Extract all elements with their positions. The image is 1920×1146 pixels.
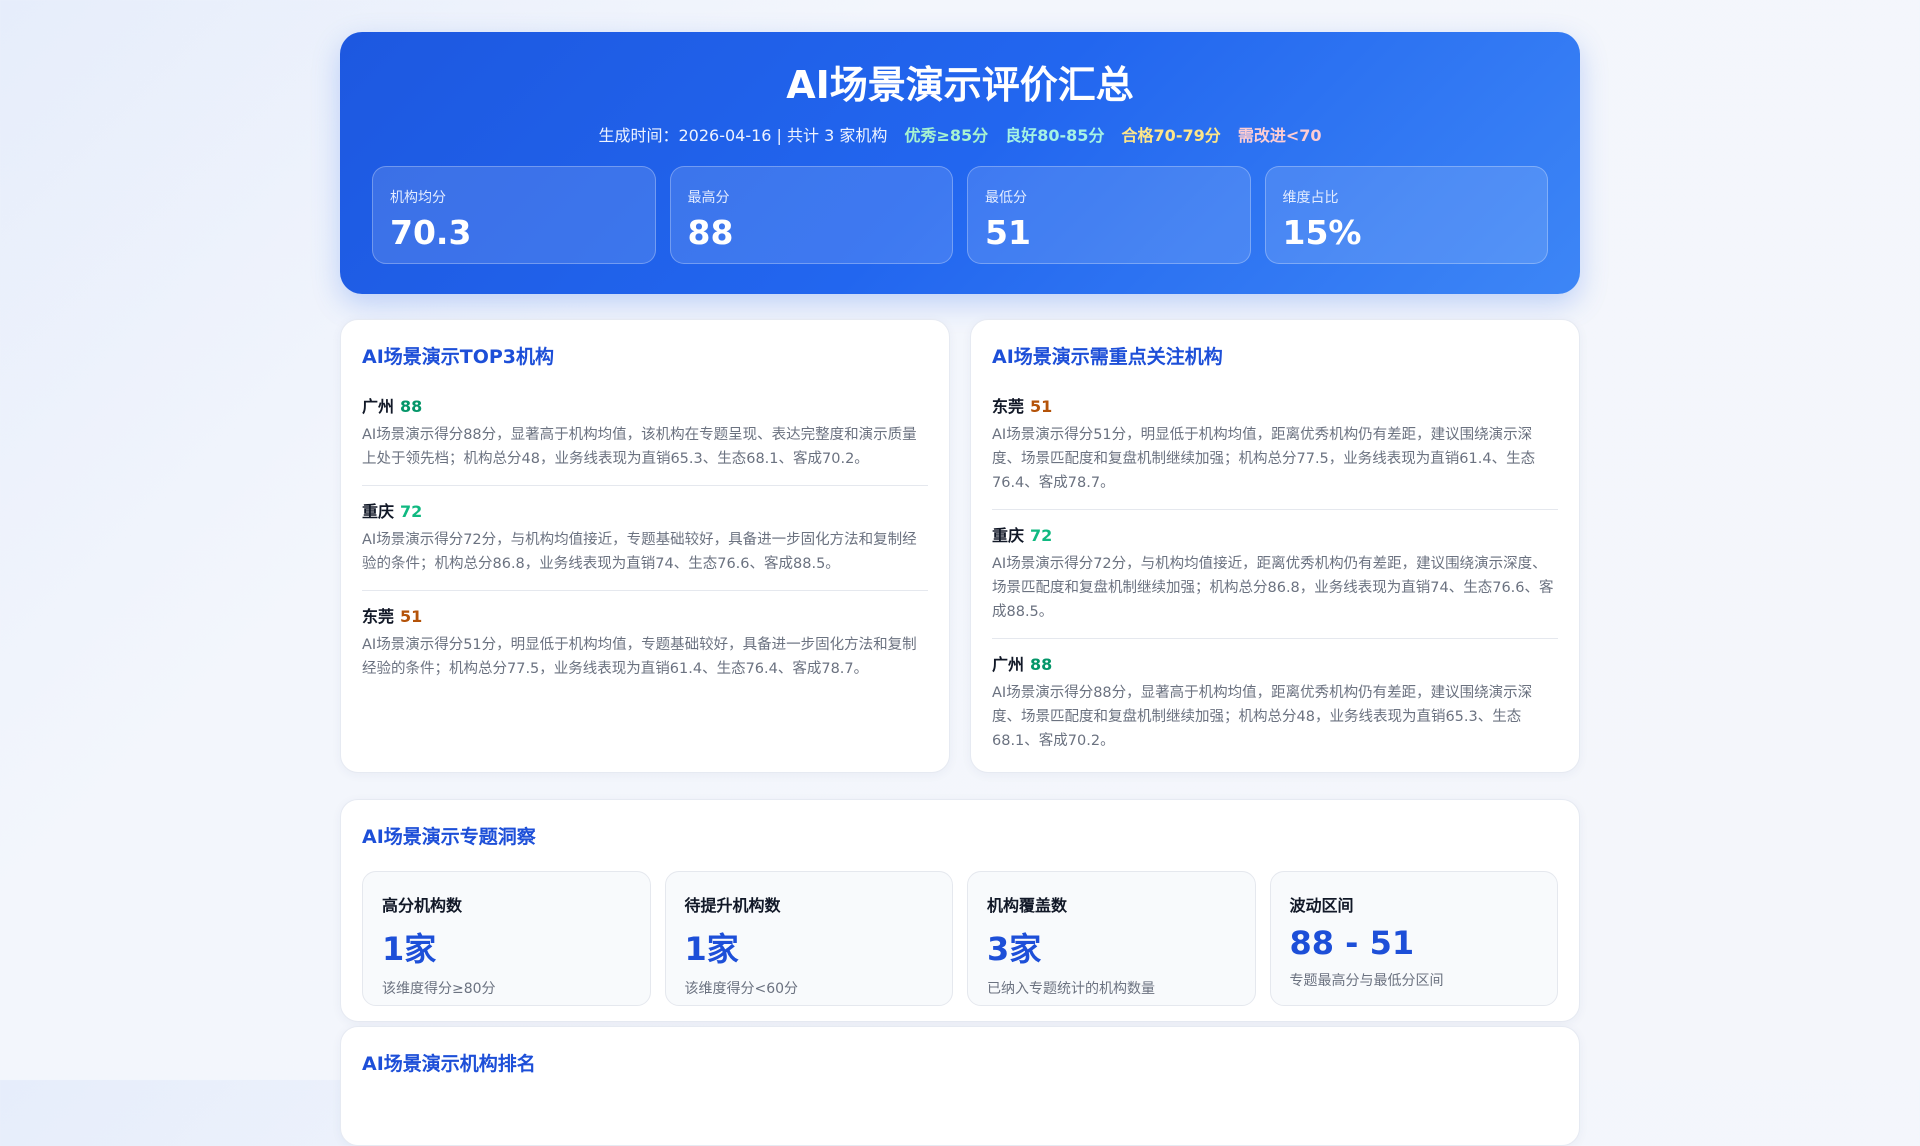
insight-card: 高分机构数 1家该维度得分≥80分	[362, 871, 651, 1006]
panel-title: AI场景演示机构排名	[362, 1053, 536, 1075]
institution-score: 72	[400, 502, 423, 521]
institution-item: 东莞 51 AI场景演示得分51分，明显低于机构均值，距离优秀机构仍有差距，建议围绕…	[992, 393, 1558, 510]
stat-value: 70.3	[390, 213, 472, 252]
institution-item: 广州 88 AI场景演示得分88分，显著高于机构均值，距离优秀机构仍有差距，建议围绕…	[992, 639, 1558, 767]
stat-card: 维度占比 15%	[1264, 166, 1548, 264]
stat-value: 88	[687, 213, 734, 252]
institution-name: 重庆	[992, 526, 1025, 545]
stat-card: 机构均分 70.3	[372, 166, 656, 264]
insight-value: 1家	[382, 930, 437, 968]
institution-name: 广州	[362, 397, 395, 416]
institution-name: 东莞	[992, 397, 1025, 416]
insight-desc: 该维度得分≥80分	[382, 981, 496, 997]
legend-excellent: 优秀≥85分	[904, 126, 989, 145]
stat-value: 15%	[1282, 213, 1362, 252]
institution-score: 88	[1030, 655, 1053, 674]
institution-desc: AI场景演示得分72分，与机构均值接近，专题基础较好，具备进一步固化方法和复制经…	[362, 532, 917, 572]
stat-label: 最高分	[687, 190, 730, 206]
institution-name: 广州	[992, 655, 1025, 674]
insight-desc: 该维度得分<60分	[684, 981, 799, 997]
stat-card: 最低分 51	[967, 166, 1251, 264]
institution-score: 51	[1030, 397, 1053, 416]
report: AI场景演示评价汇总 生成时间：2026-04-16 | 共计 3 家机构 优秀…	[340, 32, 1580, 1146]
institution-item: 重庆 72 AI场景演示得分72分，与机构均值接近，距离优秀机构仍有差距，建议围绕演…	[992, 510, 1558, 639]
insight-value: 88 - 51	[1289, 924, 1415, 962]
stat-card: 最高分 88	[669, 166, 953, 264]
institution-item: 重庆 72 AI场景演示得分72分，与机构均值接近，专题基础较好，具备进一步固化方法…	[362, 486, 928, 591]
legend-pass: 合格70-79分	[1121, 126, 1221, 145]
insight-value: 1家	[684, 930, 739, 968]
panel-title: AI场景演示需重点关注机构	[992, 346, 1223, 368]
institution-score: 72	[1030, 526, 1053, 545]
institution-name: 东莞	[362, 607, 395, 626]
insight-label: 波动区间	[1289, 896, 1354, 915]
institution-desc: AI场景演示得分88分，显著高于机构均值，距离优秀机构仍有差距，建议围绕演示深度…	[992, 685, 1533, 749]
stat-label: 机构均分	[390, 190, 446, 206]
meta-text: 生成时间：2026-04-16 | 共计 3 家机构	[598, 126, 888, 145]
ranking-panel: AI场景演示机构排名	[340, 1026, 1580, 1146]
institution-name: 重庆	[362, 502, 395, 521]
insight-label: 机构覆盖数	[987, 896, 1068, 915]
institution-desc: AI场景演示得分51分，明显低于机构均值，距离优秀机构仍有差距，建议围绕演示深度…	[992, 427, 1536, 491]
institution-desc: AI场景演示得分51分，明显低于机构均值，专题基础较好，具备进一步固化方法和复制…	[362, 637, 917, 677]
panel-title: AI场景演示TOP3机构	[362, 346, 555, 368]
insight-card: 机构覆盖数 3家已纳入专题统计的机构数量	[967, 871, 1256, 1006]
insight-value: 3家	[987, 930, 1042, 968]
page-title: AI场景演示评价汇总	[786, 63, 1134, 107]
stat-value: 51	[985, 213, 1031, 252]
top3-panel: AI场景演示TOP3机构 广州 88 AI场景演示得分88分，显著高于机构均值，该机…	[340, 319, 950, 773]
legend-good: 良好80-85分	[1005, 126, 1105, 145]
insight-card: 波动区间 88 - 51 专题最高分与最低分区间	[1269, 871, 1558, 1006]
institution-score: 88	[400, 397, 423, 416]
institution-desc: AI场景演示得分88分，显著高于机构均值，该机构在专题呈现、表达完整度和演示质量…	[362, 427, 917, 467]
insight-desc: 已纳入专题统计的机构数量	[987, 981, 1155, 997]
insight-label: 高分机构数	[382, 896, 463, 915]
summary-header: AI场景演示评价汇总 生成时间：2026-04-16 | 共计 3 家机构 优秀…	[340, 32, 1580, 294]
insight-desc: 专题最高分与最低分区间	[1289, 973, 1444, 989]
stat-label: 维度占比	[1282, 190, 1339, 206]
institution-item: 广州 88 AI场景演示得分88分，显著高于机构均值，该机构在专题呈现、表达完整度和…	[362, 393, 928, 486]
institution-score: 51	[400, 607, 423, 626]
legend-improve: 需改进<70	[1237, 126, 1322, 145]
insight-label: 待提升机构数	[684, 896, 781, 915]
focus-panel: AI场景演示需重点关注机构 东莞 51 AI场景演示得分51分，明显低于机构均值，距…	[970, 319, 1580, 773]
header-meta: 生成时间：2026-04-16 | 共计 3 家机构 优秀≥85分 良好80-8…	[372, 122, 1548, 146]
institution-desc: AI场景演示得分72分，与机构均值接近，距离优秀机构仍有差距，建议围绕演示深度、…	[992, 556, 1554, 620]
institution-item: 东莞 51 AI场景演示得分51分，明显低于机构均值，专题基础较好，具备进一步固化方…	[362, 591, 928, 695]
insight-card: 待提升机构数 1家该维度得分<60分	[664, 871, 953, 1006]
stat-label: 最低分	[985, 190, 1027, 206]
panel-title: AI场景演示专题洞察	[362, 826, 536, 848]
insight-panel: AI场景演示专题洞察 高分机构数 1家该维度得分≥80分 待提升机构数 1家该维度得分…	[340, 799, 1580, 1022]
